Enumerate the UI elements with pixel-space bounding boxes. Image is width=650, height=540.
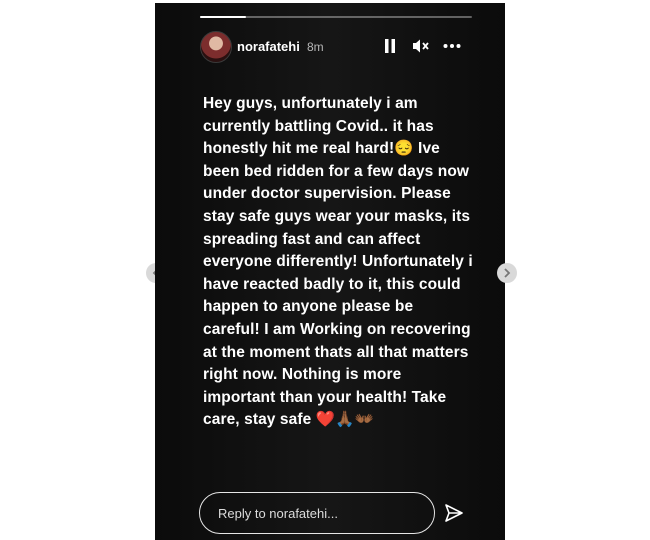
paper-plane-icon[interactable] (444, 503, 464, 523)
sad-face-emoji: 😔 (394, 140, 414, 158)
reply-input[interactable] (218, 506, 418, 521)
pause-icon[interactable] (384, 39, 396, 53)
chevron-right-icon (504, 268, 511, 278)
story-timestamp: 8m (307, 40, 324, 54)
more-horizontal-icon[interactable] (443, 43, 461, 49)
speaker-muted-icon[interactable] (412, 38, 430, 54)
next-story-button[interactable] (497, 263, 517, 283)
story-text: Hey guys, unfortunately i am currently b… (203, 93, 473, 432)
story-viewer: norafatehi 8m Hey guys, unfortunately i … (155, 3, 505, 540)
story-text-part-2: Ive been bed ridden for a few days now u… (203, 140, 473, 429)
story-username[interactable]: norafatehi (237, 39, 300, 54)
reply-box[interactable] (199, 492, 435, 534)
story-progress-fill (200, 16, 247, 18)
story-progress-bar (200, 16, 472, 18)
avatar[interactable] (200, 31, 232, 63)
heart-pray-hands-emoji: ❤️🙏🏾👐🏾 (315, 411, 374, 429)
